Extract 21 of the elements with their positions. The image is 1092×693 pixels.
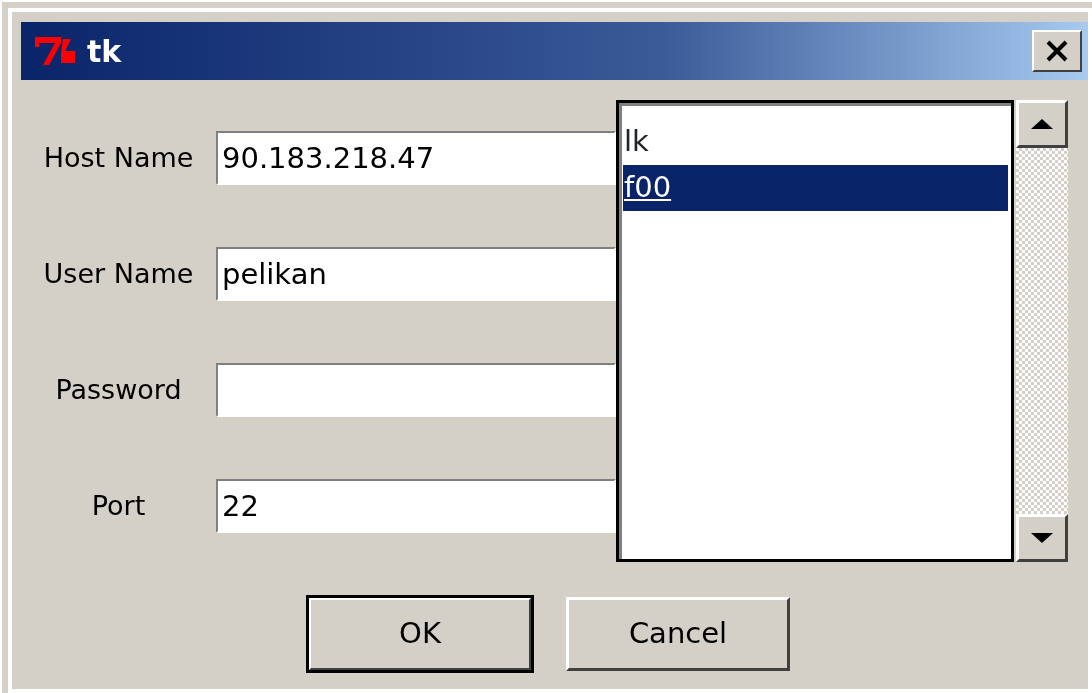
list-box[interactable]: lk f00 — [616, 100, 1014, 562]
text-field[interactable]: pelikan — [216, 247, 616, 301]
scroll-up-button[interactable] — [1016, 100, 1068, 148]
scrollbar[interactable] — [1016, 100, 1068, 562]
text-field[interactable]: 22 — [216, 479, 616, 533]
field-label: Host Name — [42, 140, 195, 175]
text-field[interactable] — [216, 363, 616, 417]
ok-button[interactable]: OK — [308, 597, 532, 671]
up-arrow-icon — [1030, 118, 1054, 130]
scroll-down-button[interactable] — [1016, 514, 1068, 562]
close-button[interactable] — [1032, 30, 1082, 72]
cancel-button[interactable]: Cancel — [566, 597, 790, 671]
text-field[interactable]: 90.183.218.47 — [216, 131, 616, 185]
list-item[interactable]: f00 — [623, 165, 1008, 211]
field-label: User Name — [42, 256, 195, 291]
list-item[interactable]: lk — [623, 119, 1008, 165]
down-arrow-icon — [1030, 532, 1054, 544]
field-label: Password — [54, 372, 183, 407]
window-title: tk — [87, 32, 122, 71]
close-icon — [1045, 40, 1069, 62]
field-label: Port — [90, 488, 147, 523]
